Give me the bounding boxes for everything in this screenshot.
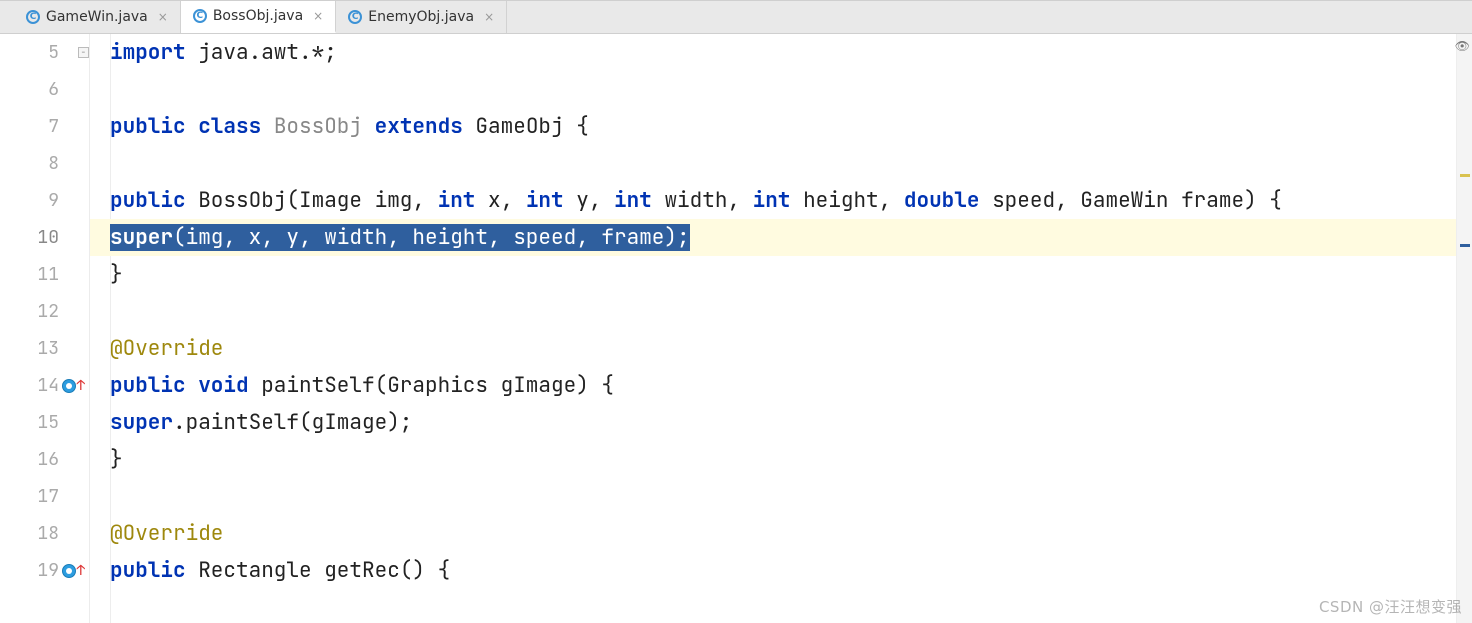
tab-label: GameWin.java bbox=[46, 9, 148, 25]
code-text: x, bbox=[488, 187, 526, 214]
line-gutter: 5 6 7 8 9 10 11 12 13 14 ↑ 15 16 17 18 1… bbox=[0, 34, 90, 623]
keyword: public bbox=[110, 187, 198, 214]
line-number: 7 bbox=[0, 108, 89, 145]
code-line[interactable]: public class BossObj extends GameObj { bbox=[90, 108, 1472, 145]
keyword: int bbox=[753, 187, 803, 214]
line-number: 14 ↑ bbox=[0, 367, 89, 404]
inspection-eye-icon[interactable]: 👁 bbox=[1455, 38, 1470, 54]
code-line[interactable]: } bbox=[90, 256, 1472, 293]
code-text: Rectangle getRec() { bbox=[198, 557, 450, 584]
line-number: 8 bbox=[0, 145, 89, 182]
code-line[interactable]: public void paintSelf(Graphics gImage) { bbox=[90, 367, 1472, 404]
line-number: 5 bbox=[0, 34, 89, 71]
keyword: class bbox=[198, 113, 274, 140]
line-number: 19 ↑ bbox=[0, 552, 89, 589]
code-line[interactable]: @Override bbox=[90, 330, 1472, 367]
class-name: BossObj bbox=[274, 113, 362, 140]
code-line[interactable] bbox=[90, 478, 1472, 515]
line-number: 18 bbox=[0, 515, 89, 552]
code-line[interactable]: public Rectangle getRec() { bbox=[90, 552, 1472, 589]
line-number: 11 bbox=[0, 256, 89, 293]
tab-enemyobj[interactable]: C EnemyObj.java × bbox=[336, 1, 507, 33]
code-text: BossObj(Image img, bbox=[198, 187, 437, 214]
code-line-selected[interactable]: super(img, x, y, width, height, speed, f… bbox=[90, 219, 1472, 256]
code-text: } bbox=[110, 446, 123, 473]
warning-marker[interactable] bbox=[1460, 174, 1470, 177]
keyword: extends bbox=[362, 113, 475, 140]
code-line[interactable] bbox=[90, 293, 1472, 330]
up-arrow-icon: ↑ bbox=[77, 564, 85, 578]
keyword: int bbox=[614, 187, 664, 214]
keyword: public bbox=[110, 557, 198, 584]
code-line[interactable] bbox=[90, 145, 1472, 182]
code-line[interactable]: public BossObj(Image img, int x, int y, … bbox=[90, 182, 1472, 219]
override-marker[interactable]: ↑ bbox=[62, 379, 85, 393]
line-number: 10 bbox=[0, 219, 89, 256]
line-number: 6 bbox=[0, 71, 89, 108]
keyword: super bbox=[110, 224, 173, 251]
keyword: super bbox=[110, 409, 173, 436]
class-icon: C bbox=[26, 10, 40, 24]
keyword: int bbox=[438, 187, 488, 214]
caret-marker[interactable] bbox=[1460, 244, 1470, 247]
code-text: speed, GameWin frame) { bbox=[992, 187, 1282, 214]
override-icon bbox=[62, 379, 76, 393]
close-icon[interactable]: × bbox=[313, 9, 323, 23]
code-line[interactable]: super.paintSelf(gImage); bbox=[90, 404, 1472, 441]
fold-icon[interactable]: − bbox=[78, 47, 89, 58]
code-line[interactable]: − import java.awt.*; bbox=[90, 34, 1472, 71]
override-marker[interactable]: ↑ bbox=[62, 564, 85, 578]
tab-label: EnemyObj.java bbox=[368, 9, 474, 25]
line-number: 16 bbox=[0, 441, 89, 478]
code-line[interactable]: } bbox=[90, 441, 1472, 478]
code-text: height, bbox=[803, 187, 904, 214]
code-text: .paintSelf(gImage); bbox=[173, 409, 412, 436]
code-line[interactable]: @Override bbox=[90, 515, 1472, 552]
code-text: } bbox=[110, 261, 123, 288]
code-text: paintSelf(Graphics gImage) { bbox=[261, 372, 614, 399]
watermark: CSDN @汪汪想变强 bbox=[1319, 596, 1462, 617]
line-number: 17 bbox=[0, 478, 89, 515]
annotation: @Override bbox=[110, 335, 223, 362]
code-text: (img, x, y, width, height, speed, frame)… bbox=[173, 224, 690, 251]
keyword: public bbox=[110, 372, 198, 399]
keyword: void bbox=[198, 372, 261, 399]
close-icon[interactable]: × bbox=[158, 10, 168, 24]
class-icon: C bbox=[193, 9, 207, 23]
override-icon bbox=[62, 564, 76, 578]
code-text: width, bbox=[664, 187, 752, 214]
code-text: GameObj { bbox=[475, 113, 588, 140]
line-number: 12 bbox=[0, 293, 89, 330]
class-icon: C bbox=[348, 10, 362, 24]
selection: super(img, x, y, width, height, speed, f… bbox=[110, 224, 690, 251]
up-arrow-icon: ↑ bbox=[77, 379, 85, 393]
keyword: int bbox=[526, 187, 576, 214]
editor-tabbar: C GameWin.java × C BossObj.java × C Enem… bbox=[0, 0, 1472, 34]
right-error-stripe[interactable]: 👁 bbox=[1456, 34, 1472, 623]
line-number: 15 bbox=[0, 404, 89, 441]
annotation: @Override bbox=[110, 520, 223, 547]
code-line[interactable] bbox=[90, 71, 1472, 108]
code-text: java.awt.*; bbox=[198, 39, 337, 66]
keyword: double bbox=[904, 187, 992, 214]
line-number: 13 bbox=[0, 330, 89, 367]
ide-root: C GameWin.java × C BossObj.java × C Enem… bbox=[0, 0, 1472, 623]
tab-label: BossObj.java bbox=[213, 8, 303, 24]
keyword: public bbox=[110, 113, 198, 140]
line-number: 9 bbox=[0, 182, 89, 219]
code-text: y, bbox=[576, 187, 614, 214]
tab-gamewin[interactable]: C GameWin.java × bbox=[14, 1, 181, 33]
close-icon[interactable]: × bbox=[484, 10, 494, 24]
keyword: import bbox=[110, 39, 198, 66]
editor[interactable]: 5 6 7 8 9 10 11 12 13 14 ↑ 15 16 17 18 1… bbox=[0, 34, 1472, 623]
tab-bossobj[interactable]: C BossObj.java × bbox=[181, 1, 336, 33]
code-area[interactable]: − import java.awt.*; public class BossOb… bbox=[90, 34, 1472, 623]
